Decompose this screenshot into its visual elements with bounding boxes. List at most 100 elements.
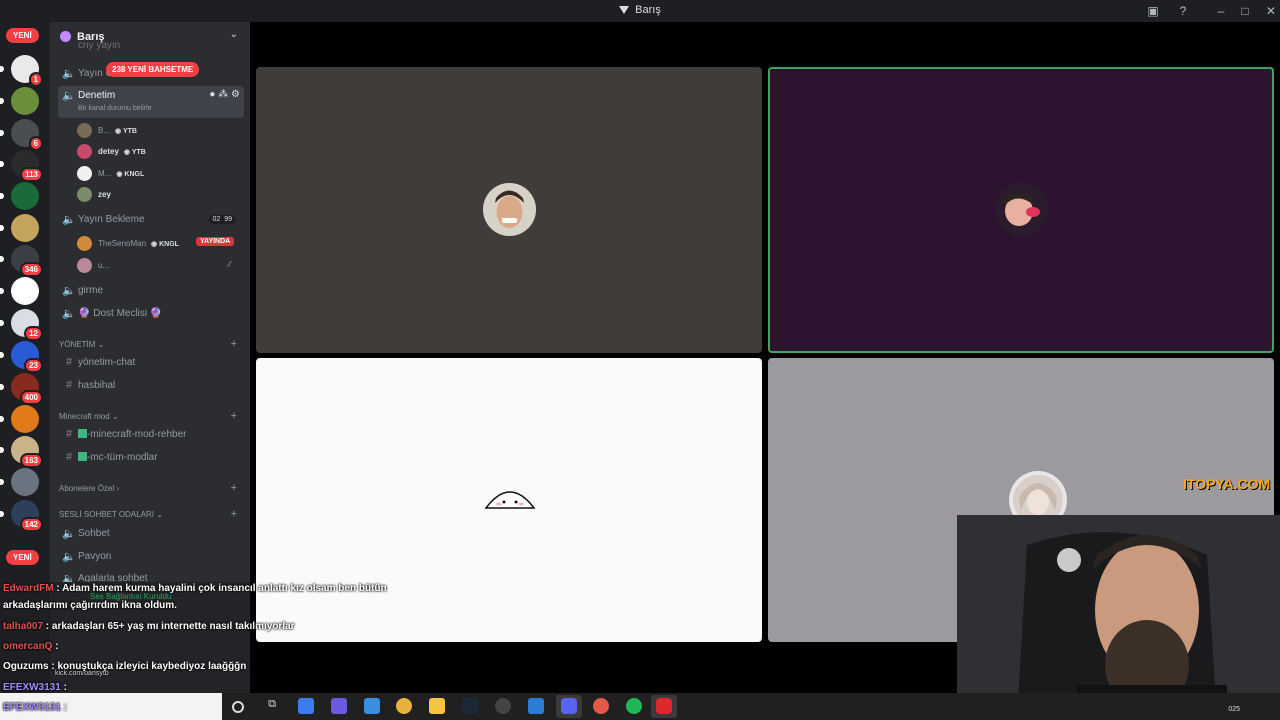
channel-pavyon[interactable]: 🔈 Pavyon [58,547,244,567]
server-icon[interactable] [0,468,39,496]
channel-yayin-bekleme[interactable]: 🔈 Yayın Bekleme 02 99 [58,210,244,230]
server-icon[interactable]: 23 [0,341,43,373]
voice-user-name: TheSenoMan ◉ KNGL [98,239,179,248]
mention-badge: 400 [19,390,43,405]
channel-hasbihal[interactable]: # hasbihal [58,376,244,396]
guild-tag: ◉ KNGL [116,171,145,178]
participant-avatar [483,183,536,236]
channel-mc-rehber[interactable]: # -minecraft-mod-rehber [58,425,244,445]
server-icon[interactable]: 1 [0,55,43,87]
voice-user[interactable]: u... ⁄⁄ [77,256,247,274]
category-sesli-sohbet[interactable]: SESLİ SOHBET ODALARI ⌄ + [59,508,245,524]
video-tile-2-speaking[interactable] [768,67,1274,353]
add-channel-icon[interactable]: + [231,410,237,422]
chrome-icon[interactable] [396,698,412,714]
task-view-icon[interactable]: ⧉ [264,698,280,714]
title-bar: Barış ▣ ? – □ ✕ [0,0,1280,22]
video-tile-1[interactable] [256,67,762,353]
server-icon[interactable] [0,405,39,433]
new-unread-pill-bottom[interactable]: YENİ [6,550,39,565]
category-yonetim[interactable]: YÖNETİM ⌄ + [59,338,245,354]
mention-badge: 113 [20,167,43,182]
server-icon[interactable]: 113 [0,150,43,182]
store-icon[interactable] [364,698,380,714]
chat-username: EFEXW3131 [3,702,61,713]
chevron-down-icon[interactable]: ⌄ [230,29,238,40]
copilot-icon[interactable] [331,698,347,714]
voice-user[interactable]: M... ◉ KNGL [77,164,247,182]
server-icon[interactable] [0,182,39,210]
speaker-icon: 🔈 [62,308,76,320]
video-tile-3[interactable] [256,358,762,642]
invite-icon[interactable]: ⁂ [218,89,228,100]
category-minecraft[interactable]: Minecraft mod ⌄ + [59,410,245,426]
unread-indicator [0,161,4,167]
channel-partial-top[interactable]: criy yayın [58,42,244,56]
channel-mc-tum[interactable]: # -mc-tüm-modlar [58,448,244,468]
server-icon[interactable]: 346 [0,245,43,277]
mention-badge: 23 [24,358,43,373]
server-icon[interactable]: 12 [0,309,43,341]
voice-user-name: zey [98,190,111,199]
avatar [77,144,92,159]
inbox-icon[interactable]: ▣ [1145,3,1161,19]
steam-icon[interactable] [462,698,478,714]
close-button[interactable]: ✕ [1263,3,1279,19]
voice-user-name: M... ◉ KNGL [98,169,145,178]
voice-user[interactable]: detey ◉ YTB [77,142,247,160]
taskbar: ⧉ 025 [0,693,1280,720]
voice-user[interactable]: TheSenoMan ◉ KNGL YAYINDA [77,234,247,252]
voice-user-name: detey ◉ YTB [98,147,146,156]
discord-icon-active[interactable] [556,695,582,718]
server-icon[interactable] [0,87,39,115]
channel-yonetim-chat[interactable]: # yönetim-chat [58,353,244,373]
help-icon[interactable]: ? [1175,3,1191,19]
channel-girme[interactable]: 🔈 girme [58,281,244,301]
server-icon[interactable]: 163 [0,436,43,468]
new-mentions-pill[interactable]: 238 YENİ BAHSETME [106,62,200,77]
maximize-button[interactable]: □ [1237,3,1253,19]
server-icon[interactable]: 400 [0,373,43,405]
channel-sohbet[interactable]: 🔈 Sohbet [58,524,244,544]
minimize-button[interactable]: – [1213,3,1229,19]
green-square-icon [78,452,87,461]
add-channel-icon[interactable]: + [231,482,237,494]
unread-indicator [0,193,4,199]
server-icon[interactable]: 6 [0,119,43,151]
unread-indicator [0,511,4,517]
file-explorer-icon[interactable] [429,698,445,714]
avatar [77,123,92,138]
channel-denetim[interactable]: 🔈 Denetim Bir kanal durumu belirle ● ⁂ ⚙ [58,86,244,118]
spotify-icon[interactable] [626,698,642,714]
speaker-icon: 🔈 [62,551,76,563]
chat-message: EFEXW3131 : [3,702,67,713]
new-unread-pill-top[interactable]: YENİ [6,28,39,43]
streamer-webcam [957,515,1280,720]
category-abonelere-ozel[interactable]: Abonelere Özel › + [59,482,245,498]
channel-status[interactable]: Bir kanal durumu belirle [78,105,152,112]
chat-icon[interactable]: ● [209,89,215,100]
participant-avatar [484,484,536,510]
voice-user[interactable]: zey [77,185,247,203]
guild-tag: ◉ YTB [115,128,137,135]
guild-tag: ◉ KNGL [151,241,179,248]
chat-username: EdwardFM [3,583,54,594]
clock[interactable]: 025 [1228,706,1240,713]
browser-icon[interactable] [593,698,609,714]
add-channel-icon[interactable]: + [231,508,237,520]
server-icon[interactable] [0,214,39,242]
server-icon[interactable] [0,277,39,305]
chat-text: : [60,702,67,713]
obs-icon[interactable] [495,698,511,714]
app-icon-2[interactable] [528,698,544,714]
search-icon[interactable] [232,701,244,713]
app-icon-1[interactable] [298,698,314,714]
gear-icon[interactable]: ⚙ [231,89,240,100]
add-channel-icon[interactable]: + [231,338,237,350]
server-icon[interactable]: 142 [0,500,43,532]
channel-dost-meclisi[interactable]: 🔈 🔮 Dost Meclisi 🔮 [58,304,244,324]
chat-message: arkadaşlarımı çağırırdım ikna oldum. [3,600,177,611]
voice-user[interactable]: B... ◉ YTB [77,121,247,139]
speaker-icon: 🔈 [62,90,76,102]
app-icon-active[interactable] [651,695,677,718]
